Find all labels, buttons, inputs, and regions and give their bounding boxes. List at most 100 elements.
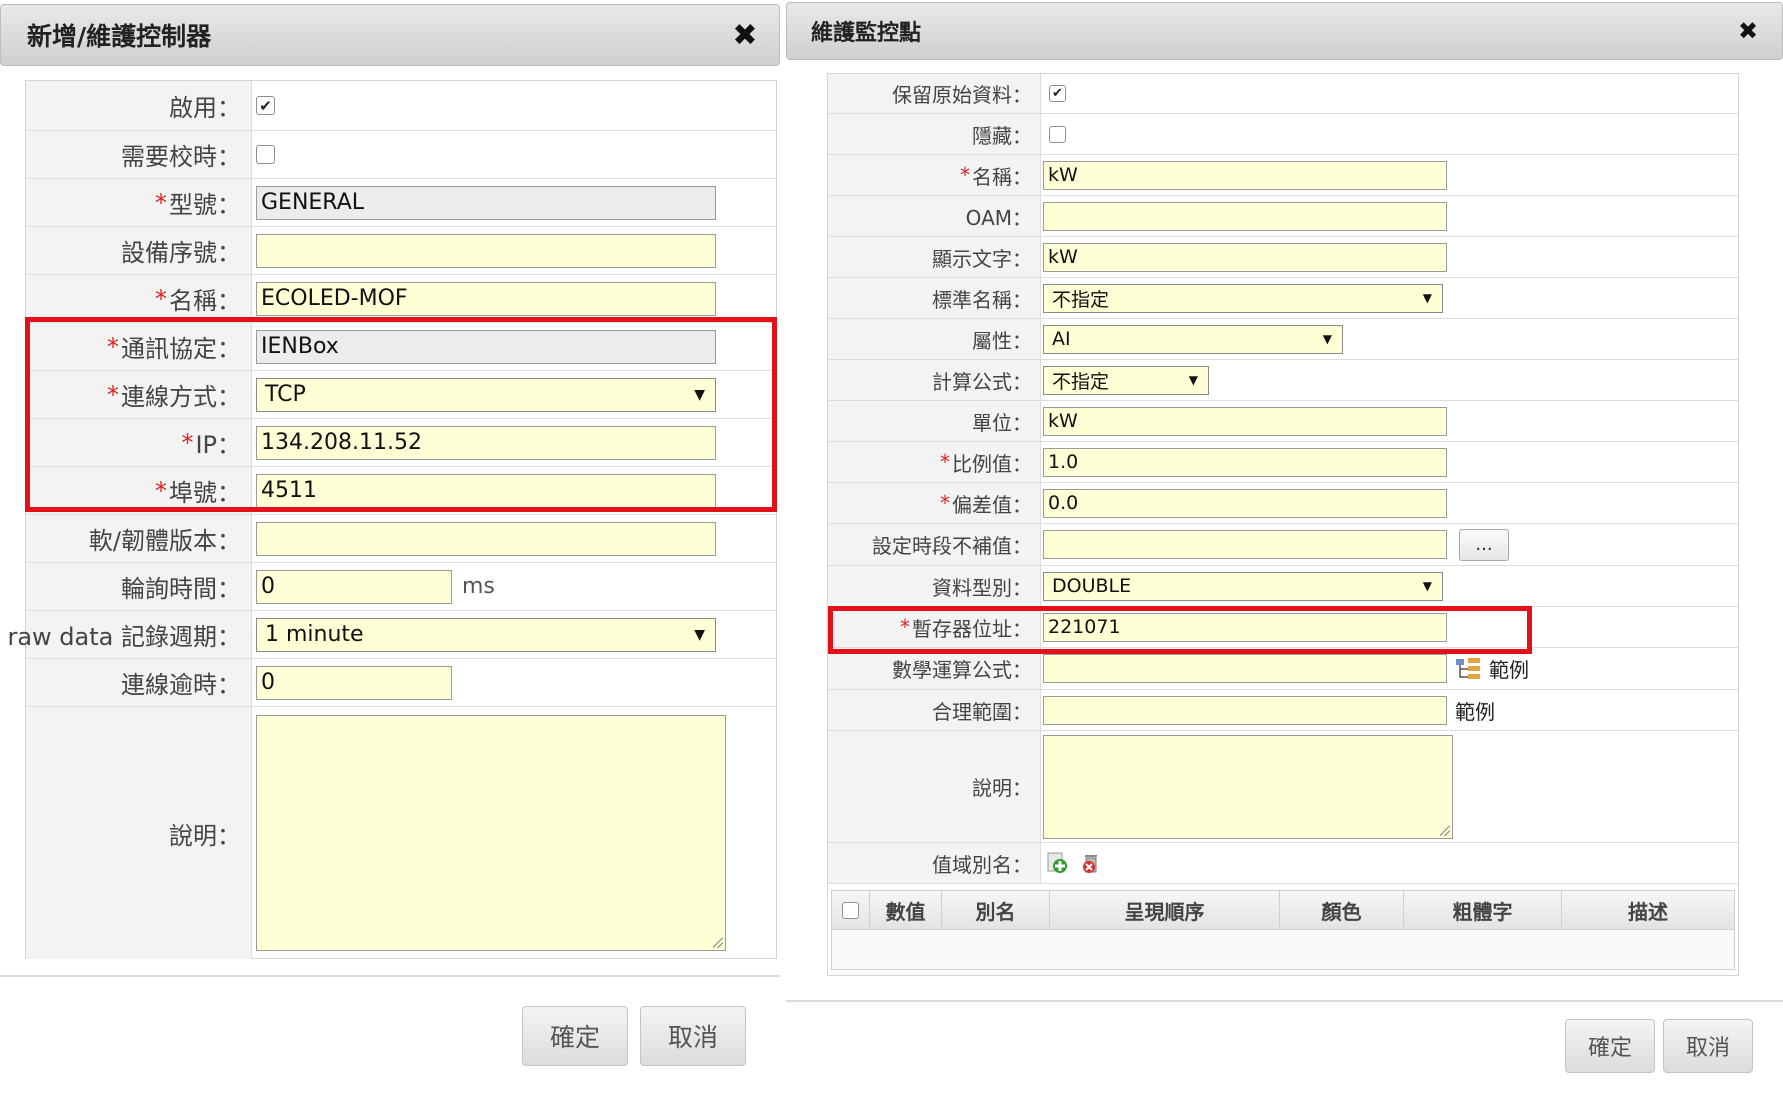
enabled-label: 啟用：	[26, 81, 252, 130]
delete-icon[interactable]	[1079, 851, 1103, 875]
display-label: 顯示文字：	[828, 237, 1041, 277]
model-input[interactable]: GENERAL	[256, 185, 716, 220]
row-ip: * IP： 134.208.11.52	[26, 419, 776, 467]
col-desc[interactable]: 描述	[1562, 891, 1734, 929]
poll-unit: ms	[462, 574, 495, 599]
timeout-label: 連線逾時：	[26, 659, 252, 706]
enabled-checkbox[interactable]: ✔	[256, 96, 275, 115]
required-mark: *	[155, 284, 167, 313]
offset-input[interactable]: 0.0	[1043, 488, 1447, 518]
add-icon[interactable]	[1045, 851, 1069, 875]
desc-label: 說明：	[828, 731, 1041, 842]
row-desc: 說明：	[26, 707, 776, 959]
ip-input[interactable]: 134.208.11.52	[256, 425, 716, 460]
required-mark: *	[940, 491, 950, 515]
name-input[interactable]: kW	[1043, 160, 1447, 190]
cancel-button[interactable]: 取消	[640, 1006, 746, 1066]
chevron-down-icon: ▼	[1422, 579, 1432, 593]
row-raw: raw data 記錄週期： 1 minute ▼	[7, 611, 776, 659]
monitor-form: 保留原始資料： ✔ 隱藏： * 名稱： kW OAM： 顯示文字： kW 標準名稱…	[827, 73, 1739, 976]
raw-label: raw data 記錄週期：	[7, 611, 252, 658]
row-oam: OAM：	[828, 196, 1738, 237]
hidden-label: 隱藏：	[828, 114, 1041, 154]
select-all-checkbox[interactable]	[842, 901, 859, 919]
ok-button[interactable]: 確定	[1565, 1019, 1655, 1073]
controller-dialog: 新增/維護控制器 ✖ 啟用： ✔ 需要校時： * 型號： GENERAL 設備序號…	[0, 0, 780, 1096]
std-name-select[interactable]: 不指定 ▼	[1043, 283, 1443, 313]
ratio-label: 比例值：	[952, 451, 1032, 476]
timeout-input[interactable]: 0	[256, 665, 452, 700]
connection-select[interactable]: TCP ▼	[256, 377, 716, 412]
dtype-label: 資料型別：	[828, 566, 1041, 606]
math-input[interactable]	[1043, 654, 1447, 683]
row-ratio: * 比例值： 1.0	[828, 442, 1738, 483]
formula-select[interactable]: 不指定 ▼	[1043, 365, 1209, 395]
row-model: * 型號： GENERAL	[26, 179, 776, 227]
close-icon[interactable]: ✖	[725, 15, 765, 55]
col-alias[interactable]: 別名	[942, 891, 1050, 929]
raw-select[interactable]: 1 minute ▼	[256, 617, 716, 652]
row-unit: 單位： kW	[828, 401, 1738, 442]
col-value[interactable]: 數值	[870, 891, 942, 929]
chevron-down-icon: ▼	[694, 626, 705, 643]
nofill-input[interactable]	[1043, 530, 1447, 559]
connection-label: 連線方式：	[121, 383, 241, 411]
display-input[interactable]: kW	[1043, 242, 1447, 272]
col-color[interactable]: 顏色	[1280, 891, 1404, 929]
alias-grid-body	[831, 930, 1735, 970]
timesync-checkbox[interactable]	[256, 145, 275, 164]
hidden-checkbox[interactable]	[1049, 125, 1066, 143]
row-offset: * 偏差值： 0.0	[828, 483, 1738, 524]
name-label: 名稱：	[169, 287, 241, 315]
col-bold[interactable]: 粗體字	[1404, 891, 1562, 929]
oam-input[interactable]	[1043, 201, 1447, 231]
firmware-input[interactable]	[256, 521, 716, 556]
required-mark: *	[107, 332, 119, 361]
controller-dialog-titlebar: 新增/維護控制器 ✖	[0, 4, 780, 66]
chevron-down-icon: ▼	[1422, 291, 1432, 305]
port-input[interactable]: 4511	[256, 473, 716, 508]
keep-raw-checkbox[interactable]: ✔	[1049, 85, 1066, 102]
firmware-label: 軟/韌體版本：	[26, 515, 252, 562]
oam-label: OAM：	[828, 196, 1041, 236]
required-mark: *	[181, 428, 194, 457]
dtype-select[interactable]: DOUBLE ▼	[1043, 571, 1443, 601]
row-desc: 說明：	[828, 731, 1738, 843]
required-mark: *	[155, 476, 167, 505]
range-input[interactable]	[1043, 695, 1447, 725]
row-nofill: 設定時段不補值： ...	[828, 524, 1738, 566]
desc-textarea[interactable]	[256, 715, 726, 951]
controller-form: 啟用： ✔ 需要校時： * 型號： GENERAL 設備序號： * 名稱： ECOL…	[7, 80, 777, 959]
register-label: 暫存器位址：	[912, 616, 1032, 641]
dialog-title: 新增/維護控制器	[27, 22, 212, 51]
poll-input[interactable]: 0	[256, 569, 452, 604]
nofill-label: 設定時段不補值：	[828, 524, 1041, 565]
ratio-input[interactable]: 1.0	[1043, 447, 1447, 477]
footer-divider	[0, 975, 780, 977]
model-label: 型號：	[169, 191, 241, 219]
unit-input[interactable]: kW	[1043, 406, 1447, 436]
col-order[interactable]: 呈現順序	[1050, 891, 1280, 929]
tree-icon[interactable]	[1455, 657, 1481, 681]
row-enabled: 啟用： ✔	[26, 81, 776, 131]
chevron-down-icon: ▼	[1322, 332, 1332, 346]
poll-label: 輪詢時間：	[26, 563, 252, 610]
register-input[interactable]: 221071	[1043, 612, 1447, 642]
math-example-link[interactable]: 範例	[1489, 654, 1529, 683]
row-register: * 暫存器位址： 221071	[828, 607, 1738, 648]
range-example-link[interactable]: 範例	[1455, 696, 1495, 725]
row-hidden: 隱藏：	[828, 114, 1738, 155]
nofill-picker-button[interactable]: ...	[1459, 528, 1509, 561]
cancel-button[interactable]: 取消	[1663, 1019, 1753, 1073]
formula-label: 計算公式：	[828, 360, 1041, 400]
name-input[interactable]: ECOLED-MOF	[256, 281, 716, 316]
required-mark: *	[155, 188, 167, 217]
attr-select[interactable]: AI ▼	[1043, 324, 1343, 354]
serial-input[interactable]	[256, 233, 716, 268]
ok-button[interactable]: 確定	[522, 1006, 628, 1066]
row-name: * 名稱： kW	[828, 155, 1738, 196]
desc-textarea[interactable]	[1043, 734, 1453, 839]
close-icon[interactable]: ✖	[1728, 11, 1768, 51]
required-mark: *	[940, 450, 950, 474]
protocol-input[interactable]: IENBox	[256, 329, 716, 364]
